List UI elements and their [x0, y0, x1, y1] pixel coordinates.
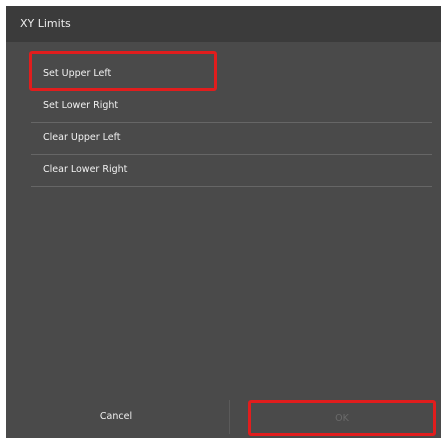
footer-divider [229, 400, 230, 434]
menu-item-label: Clear Upper Left [43, 132, 121, 143]
dialog-footer: Cancel OK [6, 394, 441, 438]
menu-item-label: Set Lower Right [43, 100, 119, 111]
dialog-titlebar: XY Limits [6, 6, 441, 42]
menu-item-set-lower-right[interactable]: Set Lower Right [31, 91, 432, 123]
menu-item-clear-lower-right[interactable]: Clear Lower Right [31, 155, 432, 187]
menu-item-clear-upper-left[interactable]: Clear Upper Left [31, 123, 432, 155]
menu-item-label: Clear Lower Right [43, 164, 128, 175]
ok-button[interactable]: OK [248, 400, 436, 436]
selection-highlight [29, 51, 217, 91]
cancel-button[interactable]: Cancel [26, 394, 206, 438]
dialog-title: XY Limits [20, 17, 71, 30]
